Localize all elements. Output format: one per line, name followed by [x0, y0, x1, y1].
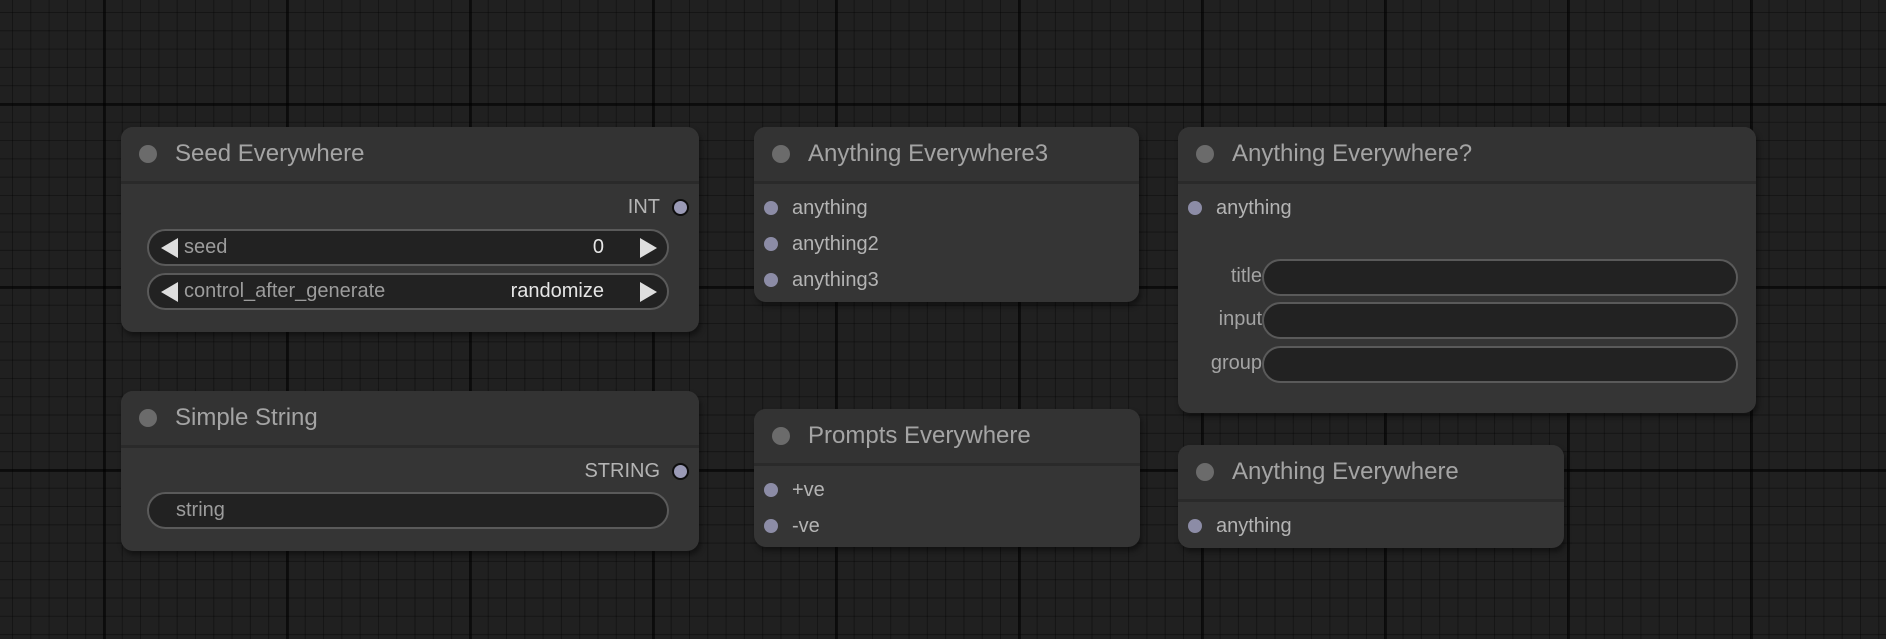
output-label: INT	[627, 195, 660, 218]
field-label: title	[1230, 265, 1262, 287]
field-label: group	[1210, 352, 1262, 374]
next-arrow-icon[interactable]	[640, 281, 657, 302]
output-slot-int[interactable]: INT	[628, 194, 689, 220]
field-label: input	[1218, 308, 1262, 330]
node-title: Simple String	[175, 404, 318, 431]
collapse-dot-icon[interactable]	[139, 409, 157, 427]
string-text-widget[interactable]: string	[147, 492, 669, 529]
node-seed-everywhere[interactable]: Seed Everywhere INT seed 0 control_after…	[121, 127, 699, 332]
widget-value[interactable]: 0	[593, 236, 604, 259]
node-title: Anything Everywhere?	[1232, 140, 1473, 167]
widget-name: string	[176, 499, 225, 521]
input-slot[interactable]: anything3	[764, 267, 879, 293]
node-simple-string[interactable]: Simple String STRING string	[121, 391, 699, 551]
input-field-row: input	[1178, 302, 1756, 339]
input-label: anything	[1216, 514, 1292, 537]
collapse-dot-icon[interactable]	[1196, 145, 1214, 163]
widget-value[interactable]: randomize	[511, 280, 604, 303]
input-connector-icon[interactable]	[1188, 201, 1202, 215]
node-anything-everywhere[interactable]: Anything Everywhere anything	[1178, 445, 1564, 548]
input-connector-icon[interactable]	[764, 201, 778, 215]
input-connector-icon[interactable]	[1188, 519, 1202, 533]
input-slot[interactable]: anything	[1188, 195, 1292, 221]
node-title: Prompts Everywhere	[808, 422, 1031, 449]
input-label: anything	[1216, 196, 1292, 219]
node-title-bar[interactable]: Simple String	[121, 391, 699, 448]
collapse-dot-icon[interactable]	[772, 427, 790, 445]
group-input[interactable]	[1262, 346, 1738, 383]
input-connector-icon[interactable]	[764, 273, 778, 287]
node-title: Anything Everywhere3	[808, 140, 1049, 167]
node-title-bar[interactable]: Prompts Everywhere	[754, 409, 1140, 466]
node-anything-everywhere-question[interactable]: Anything Everywhere? anything title inpu…	[1178, 127, 1756, 413]
collapse-dot-icon[interactable]	[1196, 463, 1214, 481]
node-title: Anything Everywhere	[1232, 458, 1459, 485]
control-after-generate-combo[interactable]: control_after_generate randomize	[147, 273, 669, 310]
output-slot-string[interactable]: STRING	[584, 458, 689, 484]
input-slot[interactable]: anything	[1188, 513, 1292, 539]
widget-name: control_after_generate	[184, 280, 386, 302]
input-label: -ve	[792, 514, 820, 537]
node-graph-canvas[interactable]: Seed Everywhere INT seed 0 control_after…	[0, 0, 1886, 639]
input-regex-input[interactable]	[1262, 302, 1738, 339]
node-title-bar[interactable]: Anything Everywhere3	[754, 127, 1139, 184]
input-label: anything3	[792, 268, 879, 291]
group-field-row: group	[1178, 346, 1756, 383]
node-anything-everywhere3[interactable]: Anything Everywhere3 anything anything2 …	[754, 127, 1139, 302]
increment-arrow-icon[interactable]	[640, 237, 657, 258]
node-title-bar[interactable]: Seed Everywhere	[121, 127, 699, 184]
input-slot[interactable]: anything2	[764, 231, 879, 257]
widget-name: seed	[184, 236, 228, 258]
input-connector-icon[interactable]	[764, 237, 778, 251]
node-title-bar[interactable]: Anything Everywhere?	[1178, 127, 1756, 184]
node-title-bar[interactable]: Anything Everywhere	[1178, 445, 1564, 502]
title-input[interactable]	[1262, 259, 1738, 296]
decrement-arrow-icon[interactable]	[161, 237, 178, 258]
node-title: Seed Everywhere	[175, 140, 365, 167]
output-connector-icon[interactable]	[672, 462, 689, 480]
input-connector-icon[interactable]	[764, 483, 778, 497]
input-label: +ve	[792, 478, 825, 501]
input-slot[interactable]: anything	[764, 195, 868, 221]
output-connector-icon[interactable]	[672, 198, 689, 216]
input-label: anything	[792, 196, 868, 219]
previous-arrow-icon[interactable]	[161, 281, 178, 302]
collapse-dot-icon[interactable]	[139, 145, 157, 163]
collapse-dot-icon[interactable]	[772, 145, 790, 163]
input-slot[interactable]: +ve	[764, 477, 825, 503]
title-field-row: title	[1178, 259, 1756, 296]
input-slot[interactable]: -ve	[764, 513, 820, 539]
input-connector-icon[interactable]	[764, 519, 778, 533]
seed-number-widget[interactable]: seed 0	[147, 229, 669, 266]
node-prompts-everywhere[interactable]: Prompts Everywhere +ve -ve	[754, 409, 1140, 547]
input-label: anything2	[792, 232, 879, 255]
output-label: STRING	[584, 459, 660, 482]
